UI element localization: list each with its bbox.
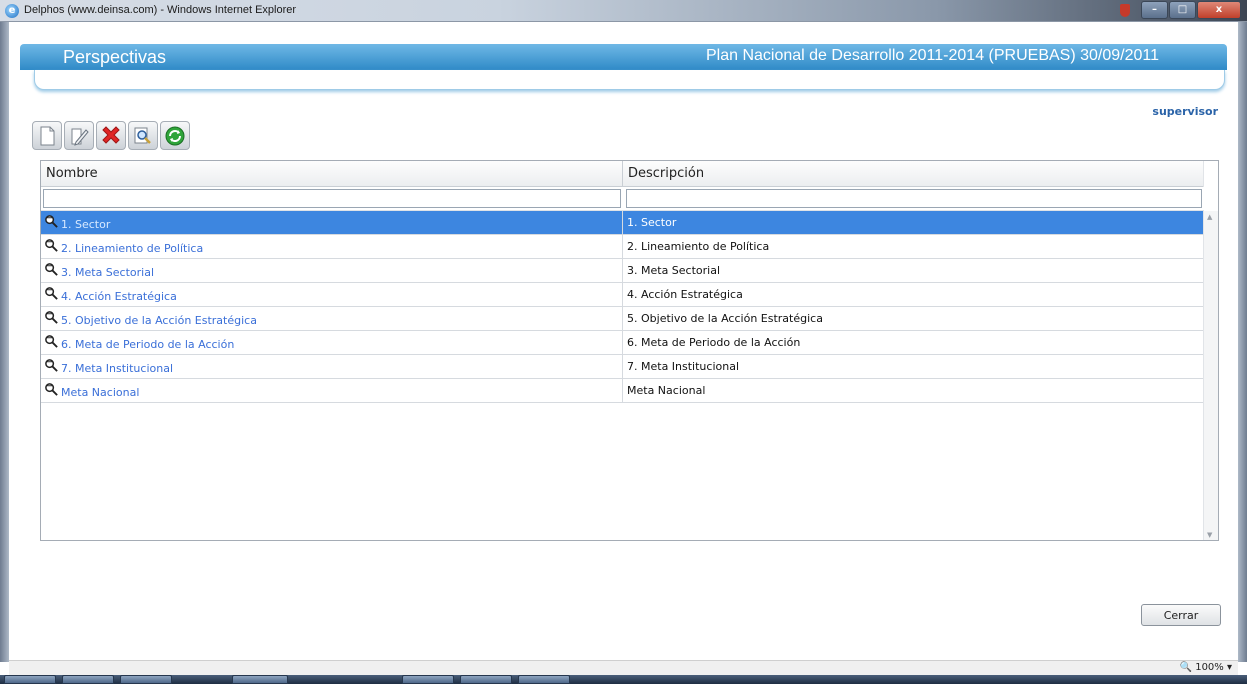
cell-descripcion: 7. Meta Institucional [627, 360, 740, 373]
cell-nombre[interactable]: 5. Objetivo de la Acción Estratégica [41, 307, 623, 330]
table-row[interactable]: 7. Meta Institucional 7. Meta Institucion… [41, 355, 1204, 379]
page-header: Perspectivas Plan Nacional de Desarrollo… [20, 44, 1227, 70]
perspective-icon[interactable] [44, 382, 59, 397]
cell-nombre[interactable]: 2. Lineamiento de Política [41, 235, 623, 258]
perspective-link[interactable]: 6. Meta de Periodo de la Acción [61, 338, 234, 351]
cell-descripcion: 2. Lineamiento de Política [627, 240, 770, 253]
minimize-button[interactable]: – [1141, 1, 1168, 19]
window-title: Delphos (www.deinsa.com) - Windows Inter… [24, 4, 297, 16]
window-controls: – □ x [1120, 1, 1241, 19]
refresh-icon [165, 126, 185, 145]
cell-descripcion: 4. Acción Estratégica [627, 288, 743, 301]
grid-vertical-scrollbar[interactable]: ▲ ▼ [1203, 211, 1218, 540]
search-icon [134, 127, 151, 144]
perspective-link[interactable]: 2. Lineamiento de Política [61, 242, 203, 255]
delete-icon [102, 125, 120, 144]
grid-rows: 1. Sector 1. Sector 2. Lineamiento de Polí… [41, 211, 1204, 403]
new-button[interactable] [32, 121, 62, 150]
close-window-button[interactable]: x [1197, 1, 1241, 19]
perspective-icon[interactable] [44, 238, 59, 253]
cell-nombre[interactable]: 4. Acción Estratégica [41, 283, 623, 306]
edit-icon [71, 128, 89, 146]
zoom-value: 100% [1195, 662, 1224, 673]
cell-descripcion: Meta Nacional [627, 384, 706, 397]
taskbar-item[interactable] [460, 675, 512, 684]
perspectivas-grid: Nombre Descripción 1. Sector 1. Sector 2. … [40, 160, 1219, 541]
taskbar-item[interactable] [518, 675, 570, 684]
table-row[interactable]: 1. Sector 1. Sector [41, 211, 1204, 235]
table-row[interactable]: 3. Meta Sectorial 3. Meta Sectorial [41, 259, 1204, 283]
perspective-link[interactable]: 3. Meta Sectorial [61, 266, 154, 279]
new-document-icon [40, 126, 55, 145]
taskbar-item[interactable] [120, 675, 172, 684]
taskbar-start-button[interactable] [4, 675, 56, 684]
table-row[interactable]: 5. Objetivo de la Acción Estratégica 5. O… [41, 307, 1204, 331]
current-user: supervisor [1152, 105, 1218, 118]
table-row[interactable]: Meta Nacional Meta Nacional [41, 379, 1204, 403]
table-row[interactable]: 2. Lineamiento de Política 2. Lineamiento… [41, 235, 1204, 259]
window-frame-right [1238, 22, 1247, 662]
cell-descripcion: 6. Meta de Periodo de la Acción [627, 336, 801, 349]
table-row[interactable]: 4. Acción Estratégica 4. Acción Estratégi… [41, 283, 1204, 307]
maximize-button[interactable]: □ [1169, 1, 1196, 19]
search-button[interactable] [128, 121, 158, 150]
window-titlebar: e Delphos (www.deinsa.com) - Windows Int… [0, 0, 1247, 22]
column-header-descripcion[interactable]: Descripción [623, 161, 1204, 187]
perspective-icon[interactable] [44, 214, 59, 229]
perspective-link[interactable]: 4. Acción Estratégica [61, 290, 177, 303]
table-row[interactable]: 6. Meta de Periodo de la Acción 6. Meta d… [41, 331, 1204, 355]
column-header-nombre[interactable]: Nombre [41, 161, 623, 187]
filter-row [41, 187, 1204, 211]
taskbar-item[interactable] [232, 675, 288, 684]
close-button[interactable]: Cerrar [1141, 604, 1221, 626]
cell-nombre[interactable]: 7. Meta Institucional [41, 355, 623, 378]
refresh-button[interactable] [160, 121, 190, 150]
plan-title: Plan Nacional de Desarrollo 2011-2014 (P… [705, 47, 1159, 64]
perspective-link[interactable]: 5. Objetivo de la Acción Estratégica [61, 314, 257, 327]
header-subband [34, 70, 1225, 90]
perspective-icon[interactable] [44, 310, 59, 325]
filter-nombre-input[interactable] [43, 189, 621, 208]
taskbar-item[interactable] [62, 675, 114, 684]
edit-button[interactable] [64, 121, 94, 150]
cell-nombre[interactable]: 1. Sector [41, 211, 623, 234]
perspective-link[interactable]: 7. Meta Institucional [61, 362, 173, 375]
perspective-icon[interactable] [44, 286, 59, 301]
filter-descripcion-input[interactable] [626, 189, 1202, 208]
cell-nombre[interactable]: Meta Nacional [41, 379, 623, 402]
cell-descripcion: 5. Objetivo de la Acción Estratégica [627, 312, 823, 325]
grid-header: Nombre Descripción [41, 161, 1204, 187]
delete-button[interactable] [96, 121, 126, 150]
cell-descripcion: 1. Sector [627, 216, 677, 229]
status-bar: 🔍 100% ▾ [9, 660, 1238, 675]
toolbar [32, 121, 190, 150]
perspective-link[interactable]: 1. Sector [61, 218, 110, 231]
security-shield-icon [1120, 4, 1130, 17]
internet-explorer-icon: e [5, 4, 19, 18]
taskbar-item[interactable] [402, 675, 454, 684]
zoom-level[interactable]: 🔍 100% ▾ [1180, 662, 1232, 673]
perspective-link[interactable]: Meta Nacional [61, 386, 139, 399]
taskbar [0, 675, 1247, 684]
perspective-icon[interactable] [44, 358, 59, 373]
page-title: Perspectivas [63, 47, 167, 67]
scroll-up-icon[interactable]: ▲ [1207, 213, 1212, 221]
cell-nombre[interactable]: 6. Meta de Periodo de la Acción [41, 331, 623, 354]
cell-descripcion: 3. Meta Sectorial [627, 264, 721, 277]
cell-nombre[interactable]: 3. Meta Sectorial [41, 259, 623, 282]
perspective-icon[interactable] [44, 334, 59, 349]
scroll-down-icon[interactable]: ▼ [1207, 531, 1212, 539]
window-frame-left [0, 22, 9, 662]
perspective-icon[interactable] [44, 262, 59, 277]
